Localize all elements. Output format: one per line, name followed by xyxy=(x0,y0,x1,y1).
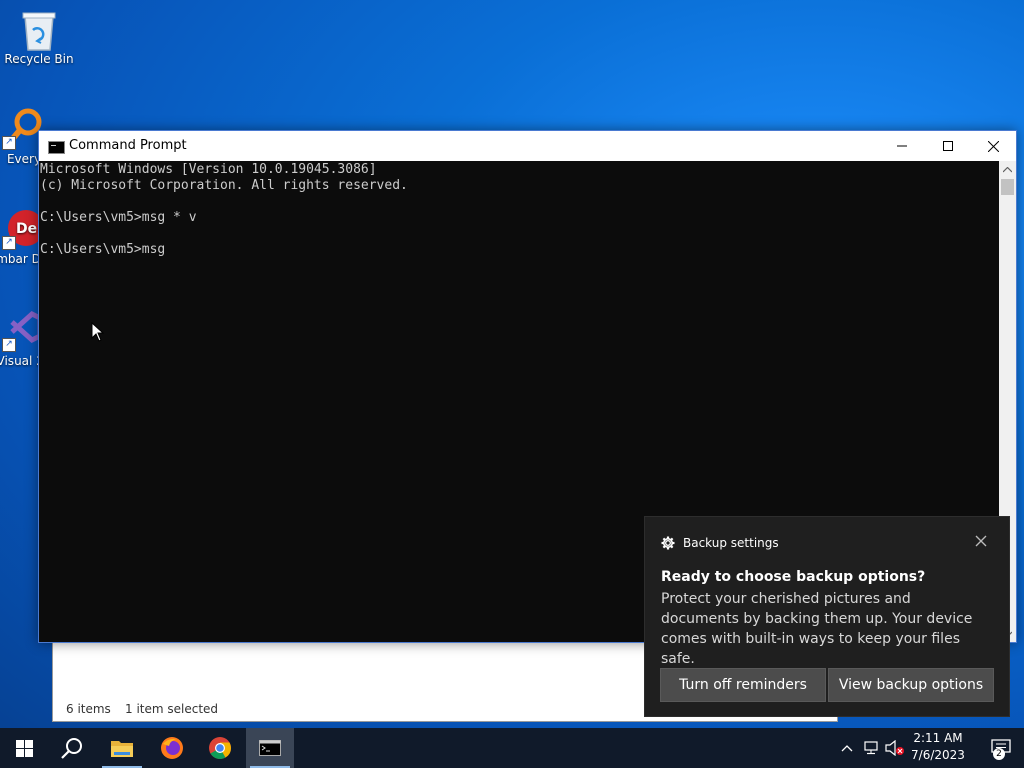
svg-text:De: De xyxy=(16,221,37,237)
search-icon xyxy=(61,738,82,759)
shortcut-arrow-icon: ↗ xyxy=(2,236,16,250)
mouse-pointer-icon xyxy=(91,322,105,342)
notification-count-badge: 2 xyxy=(993,748,1005,760)
taskbar: 2:11 AM 7/6/2023 xyxy=(0,728,1024,768)
minimize-icon xyxy=(897,145,907,147)
volume-tray-button[interactable] xyxy=(884,728,906,768)
scroll-thumb[interactable] xyxy=(1001,179,1014,195)
taskbar-file-explorer[interactable] xyxy=(98,728,146,768)
recycle-bin-icon xyxy=(19,8,59,51)
show-hidden-icons-button[interactable] xyxy=(838,728,856,768)
turn-off-reminders-button[interactable]: Turn off reminders xyxy=(660,668,826,702)
firefox-icon xyxy=(161,737,183,759)
toast-body: Protect your cherished pictures and docu… xyxy=(661,591,973,667)
toast-heading: Ready to choose backup options? xyxy=(661,569,926,585)
scroll-up-arrow-icon xyxy=(1003,166,1012,172)
cmd-window-title: Command Prompt xyxy=(69,138,187,153)
network-tray-button[interactable] xyxy=(861,728,881,768)
search-button[interactable] xyxy=(48,728,96,768)
status-selected-count: 1 item selected xyxy=(125,702,219,716)
close-button[interactable] xyxy=(970,131,1016,161)
console-line: Microsoft Windows [Version 10.0.19045.30… xyxy=(40,162,377,177)
cmd-app-icon xyxy=(48,141,65,154)
console-line: C:\Users\vm5>msg * v xyxy=(40,210,197,225)
backup-notification-toast[interactable]: Backup settings Ready to choose backup o… xyxy=(644,516,1010,717)
taskbar-firefox[interactable] xyxy=(148,728,196,768)
status-item-count: 6 items xyxy=(66,702,111,716)
network-icon xyxy=(864,741,878,755)
settings-gear-icon xyxy=(661,536,675,550)
chrome-icon xyxy=(209,737,231,759)
recycle-bin-label: Recycle Bin xyxy=(4,52,74,66)
close-icon xyxy=(975,535,987,547)
command-prompt-icon xyxy=(259,740,281,756)
console-line: (c) Microsoft Corporation. All rights re… xyxy=(40,178,408,193)
taskbar-chrome[interactable] xyxy=(196,728,244,768)
chevron-up-icon xyxy=(841,745,853,752)
toast-header: Backup settings xyxy=(661,536,779,550)
toast-app-name: Backup settings xyxy=(683,536,779,550)
windows-start-icon xyxy=(15,739,33,757)
cmd-titlebar[interactable]: Command Prompt xyxy=(39,131,1016,161)
volume-muted-icon xyxy=(885,740,904,756)
scroll-up-button[interactable] xyxy=(999,161,1016,178)
view-backup-options-button[interactable]: View backup options xyxy=(828,668,994,702)
taskbar-command-prompt[interactable] xyxy=(246,728,294,768)
clock-date: 7/6/2023 xyxy=(911,748,965,762)
start-button[interactable] xyxy=(0,728,48,768)
shortcut-arrow-icon: ↗ xyxy=(2,338,16,352)
maximize-button[interactable] xyxy=(925,131,971,161)
toast-close-button[interactable] xyxy=(975,535,989,549)
taskbar-clock[interactable]: 2:11 AM 7/6/2023 xyxy=(906,730,970,766)
minimize-button[interactable] xyxy=(879,131,925,161)
close-icon xyxy=(987,140,999,152)
maximize-icon xyxy=(943,141,953,151)
file-explorer-icon xyxy=(111,741,133,757)
desktop-icon-recycle-bin[interactable]: Recycle Bin xyxy=(1,8,77,67)
clock-time: 2:11 AM xyxy=(913,731,963,745)
shortcut-arrow-icon: ↗ xyxy=(2,136,16,150)
console-prompt-line[interactable]: C:\Users\vm5>msg xyxy=(40,242,999,258)
